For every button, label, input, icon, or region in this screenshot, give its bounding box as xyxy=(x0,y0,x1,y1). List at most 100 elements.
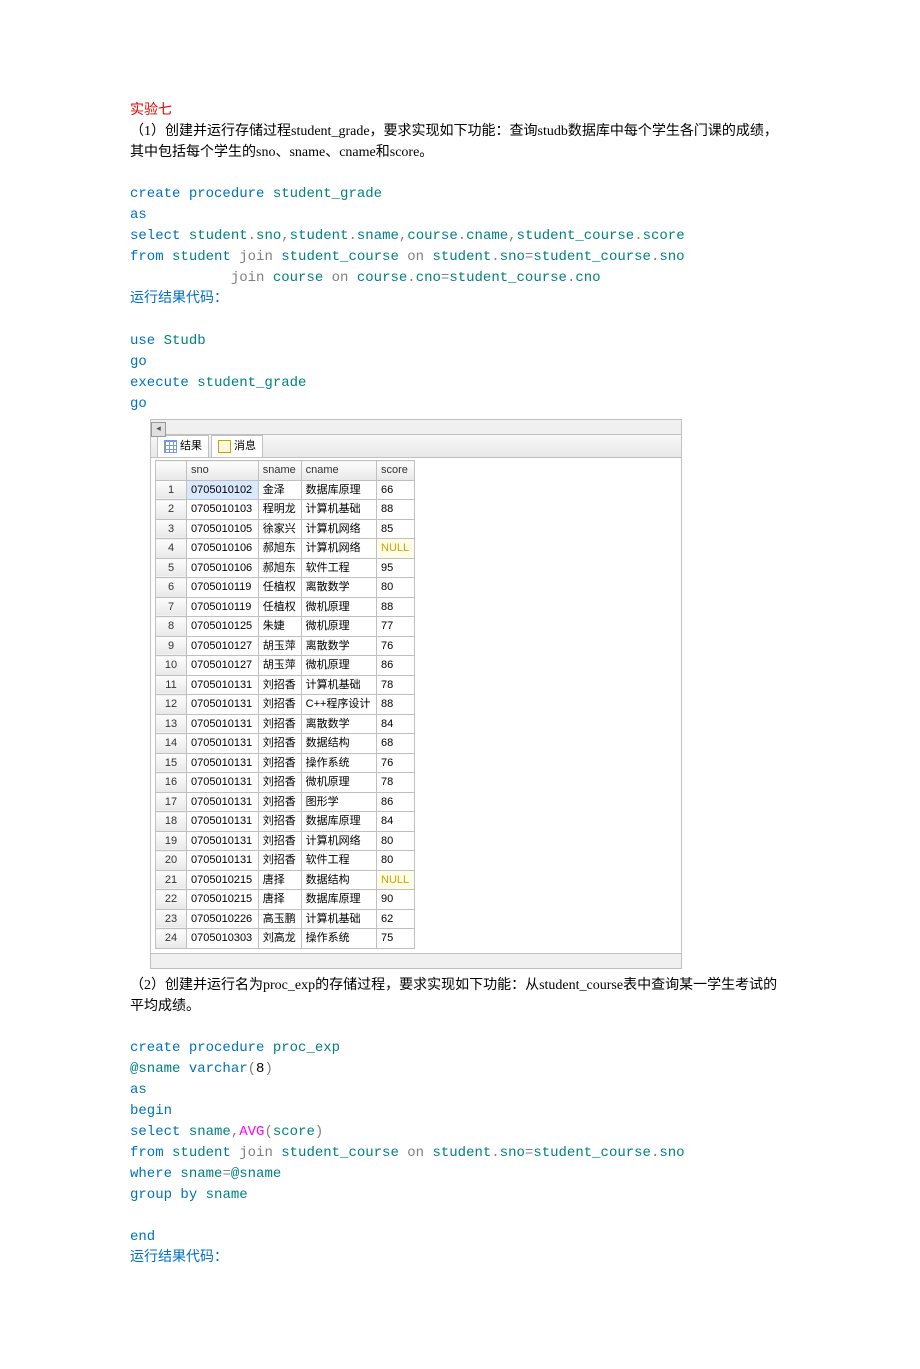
cell[interactable]: 计算机网络 xyxy=(301,539,376,559)
table-row[interactable]: 40705010106郝旭东计算机网络NULL xyxy=(156,539,415,559)
cell[interactable]: 数据库原理 xyxy=(301,480,376,500)
table-row[interactable]: 60705010119任植权离散数学80 xyxy=(156,578,415,598)
cell-rownum[interactable]: 1 xyxy=(156,480,187,500)
cell-rownum[interactable]: 6 xyxy=(156,578,187,598)
cell-rownum[interactable]: 24 xyxy=(156,929,187,949)
cell[interactable]: 95 xyxy=(377,558,415,578)
table-row[interactable]: 230705010226高玉鹏计算机基础62 xyxy=(156,909,415,929)
cell-rownum[interactable]: 20 xyxy=(156,851,187,871)
cell[interactable]: 微机原理 xyxy=(301,656,376,676)
cell[interactable]: 计算机基础 xyxy=(301,909,376,929)
cell[interactable]: 刘招香 xyxy=(258,831,301,851)
cell[interactable]: 62 xyxy=(377,909,415,929)
cell[interactable]: 88 xyxy=(377,500,415,520)
cell[interactable]: 刘高龙 xyxy=(258,929,301,949)
cell[interactable]: 刘招香 xyxy=(258,812,301,832)
cell[interactable]: 0705010131 xyxy=(187,812,259,832)
cell-rownum[interactable]: 9 xyxy=(156,636,187,656)
cell-rownum[interactable]: 17 xyxy=(156,792,187,812)
cell[interactable]: 0705010119 xyxy=(187,597,259,617)
cell[interactable]: 数据结构 xyxy=(301,734,376,754)
table-row[interactable]: 110705010131刘招香计算机基础78 xyxy=(156,675,415,695)
cell[interactable]: 离散数学 xyxy=(301,578,376,598)
cell-rownum[interactable]: 13 xyxy=(156,714,187,734)
cell-rownum[interactable]: 11 xyxy=(156,675,187,695)
cell-rownum[interactable]: 21 xyxy=(156,870,187,890)
cell[interactable]: 刘招香 xyxy=(258,773,301,793)
table-row[interactable]: 220705010215唐择数据库原理90 xyxy=(156,890,415,910)
cell[interactable]: 0705010127 xyxy=(187,636,259,656)
cell[interactable]: 程明龙 xyxy=(258,500,301,520)
table-row[interactable]: 200705010131刘招香软件工程80 xyxy=(156,851,415,871)
cell[interactable]: 75 xyxy=(377,929,415,949)
cell[interactable]: 计算机网络 xyxy=(301,519,376,539)
cell[interactable]: 77 xyxy=(377,617,415,637)
cell-rownum[interactable]: 18 xyxy=(156,812,187,832)
cell[interactable]: 0705010127 xyxy=(187,656,259,676)
table-row[interactable]: 190705010131刘招香计算机网络80 xyxy=(156,831,415,851)
cell[interactable]: 计算机基础 xyxy=(301,675,376,695)
cell[interactable]: 0705010106 xyxy=(187,539,259,559)
cell[interactable]: 0705010131 xyxy=(187,831,259,851)
cell-rownum[interactable]: 2 xyxy=(156,500,187,520)
cell[interactable]: 0705010131 xyxy=(187,773,259,793)
col-score[interactable]: score xyxy=(377,461,415,481)
cell-rownum[interactable]: 19 xyxy=(156,831,187,851)
table-row[interactable]: 10705010102金泽数据库原理66 xyxy=(156,480,415,500)
cell[interactable]: 数据结构 xyxy=(301,870,376,890)
cell[interactable]: NULL xyxy=(377,539,415,559)
cell[interactable]: 78 xyxy=(377,675,415,695)
table-row[interactable]: 120705010131刘招香C++程序设计88 xyxy=(156,695,415,715)
cell[interactable]: 80 xyxy=(377,578,415,598)
cell[interactable]: 朱婕 xyxy=(258,617,301,637)
cell[interactable]: 刘招香 xyxy=(258,695,301,715)
cell[interactable]: 0705010131 xyxy=(187,714,259,734)
cell[interactable]: 84 xyxy=(377,714,415,734)
cell[interactable]: 图形学 xyxy=(301,792,376,812)
cell[interactable]: 78 xyxy=(377,773,415,793)
table-row[interactable]: 160705010131刘招香微机原理78 xyxy=(156,773,415,793)
tab-results[interactable]: 结果 xyxy=(157,435,209,457)
cell[interactable]: 0705010215 xyxy=(187,890,259,910)
cell[interactable]: 金泽 xyxy=(258,480,301,500)
table-row[interactable]: 140705010131刘招香数据结构68 xyxy=(156,734,415,754)
cell-rownum[interactable]: 4 xyxy=(156,539,187,559)
cell[interactable]: 0705010103 xyxy=(187,500,259,520)
cell[interactable]: 76 xyxy=(377,636,415,656)
cell-rownum[interactable]: 15 xyxy=(156,753,187,773)
table-row[interactable]: 100705010127胡玉萍微机原理86 xyxy=(156,656,415,676)
table-row[interactable]: 130705010131刘招香离散数学84 xyxy=(156,714,415,734)
cell[interactable]: 高玉鹏 xyxy=(258,909,301,929)
table-row[interactable]: 30705010105徐家兴计算机网络85 xyxy=(156,519,415,539)
cell[interactable]: 85 xyxy=(377,519,415,539)
cell[interactable]: 刘招香 xyxy=(258,675,301,695)
cell[interactable]: 操作系统 xyxy=(301,929,376,949)
cell[interactable]: 0705010303 xyxy=(187,929,259,949)
table-row[interactable]: 80705010125朱婕微机原理77 xyxy=(156,617,415,637)
cell[interactable]: 84 xyxy=(377,812,415,832)
cell[interactable]: 刘招香 xyxy=(258,792,301,812)
cell-rownum[interactable]: 7 xyxy=(156,597,187,617)
cell[interactable]: 0705010131 xyxy=(187,753,259,773)
cell-rownum[interactable]: 8 xyxy=(156,617,187,637)
cell[interactable]: 胡玉萍 xyxy=(258,656,301,676)
cell[interactable]: 0705010131 xyxy=(187,851,259,871)
cell[interactable]: 数据库原理 xyxy=(301,812,376,832)
cell[interactable]: 80 xyxy=(377,831,415,851)
cell-rownum[interactable]: 23 xyxy=(156,909,187,929)
cell[interactable]: 0705010119 xyxy=(187,578,259,598)
cell[interactable]: 76 xyxy=(377,753,415,773)
cell[interactable]: 66 xyxy=(377,480,415,500)
table-row[interactable]: 180705010131刘招香数据库原理84 xyxy=(156,812,415,832)
cell[interactable]: 数据库原理 xyxy=(301,890,376,910)
cell[interactable]: 86 xyxy=(377,792,415,812)
cell[interactable]: 90 xyxy=(377,890,415,910)
cell-rownum[interactable]: 16 xyxy=(156,773,187,793)
cell[interactable]: 0705010215 xyxy=(187,870,259,890)
cell[interactable]: 0705010226 xyxy=(187,909,259,929)
cell-rownum[interactable]: 12 xyxy=(156,695,187,715)
cell[interactable]: 微机原理 xyxy=(301,617,376,637)
table-row[interactable]: 90705010127胡玉萍离散数学76 xyxy=(156,636,415,656)
cell-rownum[interactable]: 10 xyxy=(156,656,187,676)
cell[interactable]: 软件工程 xyxy=(301,851,376,871)
